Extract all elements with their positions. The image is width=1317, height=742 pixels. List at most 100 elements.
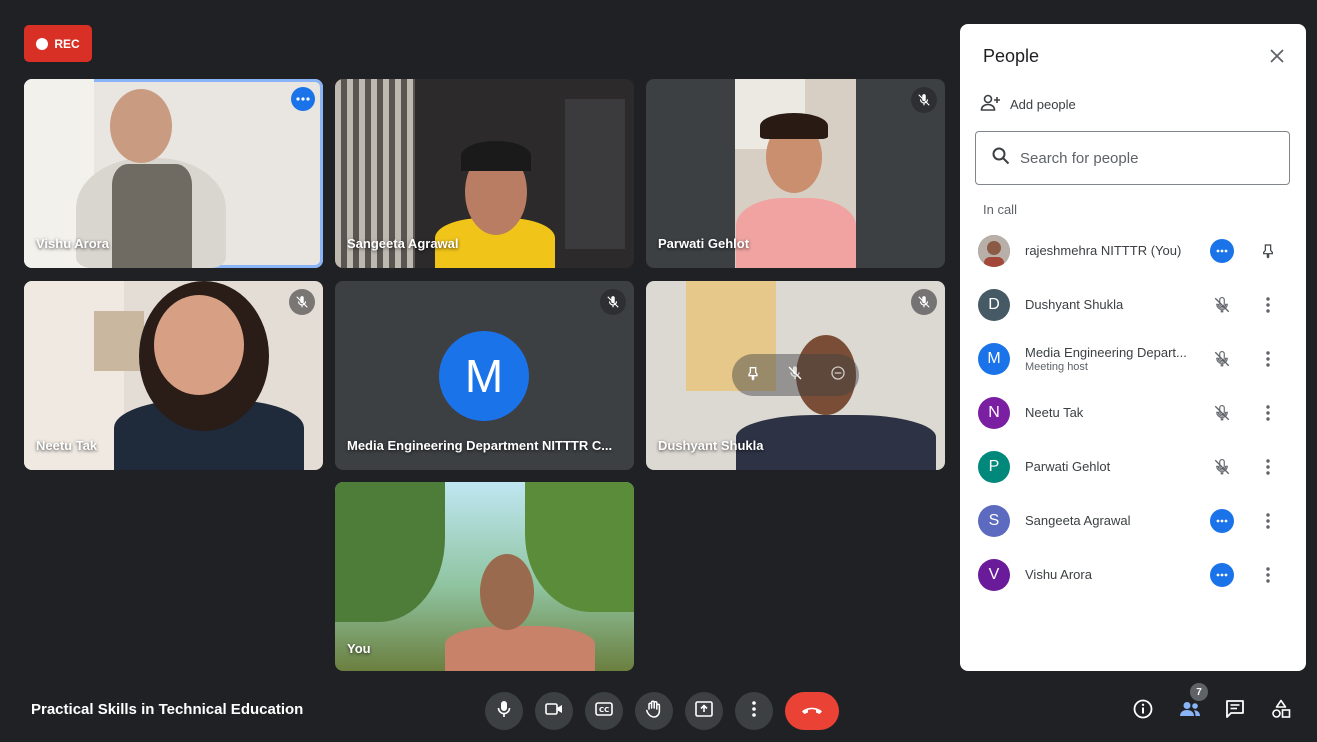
panel-title: People <box>983 46 1040 66</box>
raise-hand-icon <box>646 700 662 723</box>
more-vert-icon[interactable] <box>1256 293 1280 317</box>
participant-name: Dushyant Shukla <box>1025 297 1124 312</box>
participant-row-self[interactable]: rajeshmehra NITTTR (You) <box>960 224 1306 278</box>
tile-participant-name: Dushyant Shukla <box>658 438 764 453</box>
mic-off-icon <box>911 87 937 113</box>
avatar <box>978 235 1010 267</box>
video-background <box>335 482 445 622</box>
participant-video <box>445 626 595 671</box>
search-input[interactable] <box>1020 149 1260 167</box>
more-vert-icon[interactable] <box>1256 509 1280 533</box>
video-tile-parwati-gehlot[interactable]: Parwati Gehlot <box>646 79 945 268</box>
mic-off-icon <box>1210 293 1234 317</box>
mic-off-icon <box>1210 401 1234 425</box>
leave-call-button[interactable] <box>785 692 839 730</box>
participant-options-button[interactable] <box>1210 563 1234 587</box>
video-tile-neetu-tak[interactable]: Neetu Tak <box>24 281 323 470</box>
participant-row[interactable]: N Neetu Tak <box>960 386 1306 440</box>
participant-head <box>110 89 172 163</box>
video-tile-vishu-arora[interactable]: Vishu Arora <box>24 79 323 268</box>
close-icon[interactable] <box>1264 43 1290 69</box>
participant-hair <box>461 141 531 171</box>
meeting-title: Practical Skills in Technical Education <box>31 701 304 718</box>
mic-off-icon <box>600 289 626 315</box>
avatar: M <box>978 343 1010 375</box>
participant-video <box>736 415 936 470</box>
video-background <box>94 311 144 371</box>
tile-participant-name: Media Engineering Department NITTTR C... <box>347 438 613 453</box>
video-tile-self[interactable]: You <box>335 482 634 671</box>
in-call-heading: In call <box>983 202 1017 217</box>
more-vert-icon <box>752 700 756 722</box>
camera-button[interactable] <box>535 692 573 730</box>
video-background <box>565 99 625 249</box>
avatar: D <box>978 289 1010 321</box>
mic-button[interactable] <box>485 692 523 730</box>
participant-options-button[interactable] <box>1210 239 1234 263</box>
participant-row[interactable]: D Dushyant Shukla <box>960 278 1306 332</box>
avatar: N <box>978 397 1010 429</box>
camera-icon <box>545 702 563 721</box>
chat-icon <box>1225 699 1245 724</box>
captions-button[interactable]: CC <box>585 692 623 730</box>
video-tile-dushyant-shukla[interactable]: Dushyant Shukla <box>646 281 945 470</box>
meeting-details-button[interactable] <box>1128 696 1158 726</box>
participant-scarf <box>112 164 192 268</box>
more-vert-icon[interactable] <box>1256 455 1280 479</box>
video-tile-sangeeta-agrawal[interactable]: Sangeeta Agrawal <box>335 79 634 268</box>
participant-name: Vishu Arora <box>1025 567 1092 582</box>
participant-list: rajeshmehra NITTTR (You) D Dushyant Shuk… <box>960 224 1306 602</box>
mic-off-icon <box>1210 347 1234 371</box>
record-dot-icon <box>36 37 49 50</box>
more-options-button[interactable] <box>735 692 773 730</box>
participant-row[interactable]: M Media Engineering Depart... Meeting ho… <box>960 332 1306 386</box>
host-label: Meeting host <box>1025 360 1088 373</box>
participant-row[interactable]: P Parwati Gehlot <box>960 440 1306 494</box>
participant-name: Sangeeta Agrawal <box>1025 513 1131 528</box>
more-vert-icon[interactable] <box>1256 401 1280 425</box>
more-options-icon <box>1210 509 1234 533</box>
people-panel: People Add people In call rajeshmehra NI… <box>960 24 1306 671</box>
add-person-icon <box>980 94 1002 115</box>
raise-hand-button[interactable] <box>635 692 673 730</box>
tile-participant-name: Sangeeta Agrawal <box>347 236 459 251</box>
tile-hover-controls <box>732 354 859 396</box>
chat-button[interactable] <box>1220 696 1250 726</box>
pin-icon[interactable] <box>745 365 761 386</box>
remove-icon[interactable] <box>830 365 846 386</box>
search-box[interactable] <box>975 131 1290 185</box>
more-vert-icon[interactable] <box>1256 563 1280 587</box>
participant-head <box>480 554 534 630</box>
tile-participant-name: Parwati Gehlot <box>658 236 750 251</box>
participant-row[interactable]: S Sangeeta Agrawal <box>960 494 1306 548</box>
recording-label: REC <box>54 36 80 51</box>
svg-text:CC: CC <box>599 706 609 714</box>
mic-icon <box>497 700 511 723</box>
info-icon <box>1133 699 1153 724</box>
avatar: P <box>978 451 1010 483</box>
present-button[interactable] <box>685 692 723 730</box>
video-tile-media-engineering[interactable]: M Media Engineering Department NITTTR C.… <box>335 281 634 470</box>
add-people-button[interactable]: Add people <box>980 94 1076 115</box>
participant-avatar: M <box>439 331 529 421</box>
tile-participant-name: You <box>347 641 371 656</box>
pin-icon[interactable] <box>1256 239 1280 263</box>
participant-hair <box>760 113 828 139</box>
avatar: S <box>978 505 1010 537</box>
more-options-icon[interactable] <box>291 87 315 111</box>
mic-off-icon <box>1210 455 1234 479</box>
avatar: V <box>978 559 1010 591</box>
tile-participant-name: Vishu Arora <box>36 236 109 251</box>
more-options-icon <box>1210 563 1234 587</box>
more-vert-icon[interactable] <box>1256 347 1280 371</box>
participant-options-button[interactable] <box>1210 509 1234 533</box>
captions-icon: CC <box>595 701 613 721</box>
participant-count-badge: 7 <box>1190 683 1208 701</box>
participant-name: Media Engineering Depart... Meeting host <box>1025 345 1197 374</box>
mic-off-icon <box>911 289 937 315</box>
participant-row[interactable]: V Vishu Arora <box>960 548 1306 602</box>
mic-off-icon[interactable] <box>787 365 803 386</box>
participant-shirt <box>736 198 856 268</box>
video-background <box>525 482 634 612</box>
activities-button[interactable] <box>1266 696 1296 726</box>
